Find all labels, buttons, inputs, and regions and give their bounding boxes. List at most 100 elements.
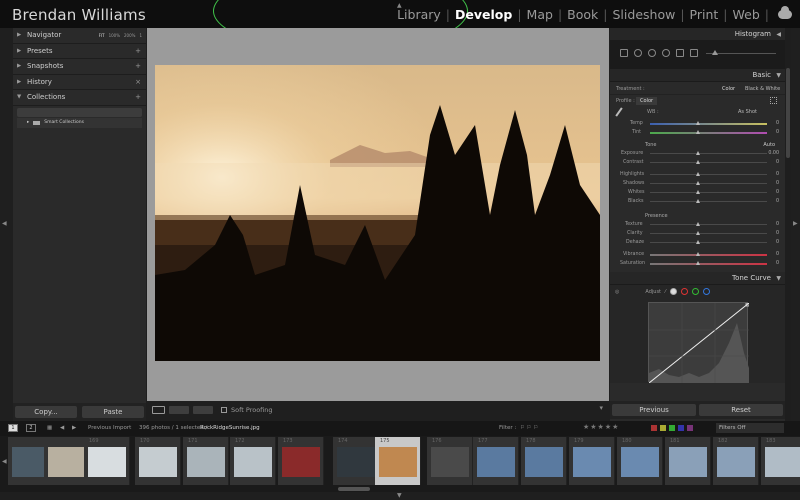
crop-tool-icon[interactable] bbox=[634, 49, 642, 57]
red-label-icon[interactable] bbox=[651, 425, 657, 431]
saturation-slider-track[interactable] bbox=[650, 263, 767, 265]
reset-button[interactable]: Reset bbox=[699, 404, 783, 416]
right-panel-scrollbar[interactable] bbox=[785, 28, 791, 421]
filmstrip-thumbnail[interactable]: 173 bbox=[278, 437, 324, 485]
module-library[interactable]: Library bbox=[393, 7, 445, 22]
tone-curve-graph[interactable] bbox=[648, 302, 750, 384]
blacks-slider-thumb[interactable] bbox=[696, 199, 700, 203]
temp-value[interactable]: 0 bbox=[776, 121, 779, 126]
dehaze-slider-track[interactable] bbox=[650, 242, 767, 243]
green-channel-icon[interactable] bbox=[691, 288, 699, 295]
vibrance-slider-thumb[interactable] bbox=[696, 252, 700, 256]
filmstrip-scrollthumb[interactable] bbox=[338, 487, 370, 491]
before-after-swap-icon[interactable] bbox=[193, 406, 213, 414]
module-develop[interactable]: Develop bbox=[451, 7, 516, 22]
blacks-slider-track[interactable] bbox=[650, 201, 767, 202]
secondary-window-1[interactable]: 1 bbox=[8, 424, 18, 432]
contrast-slider-track[interactable] bbox=[650, 162, 767, 163]
collections-header[interactable]: ▼ Collections + bbox=[13, 90, 146, 106]
exposure-value[interactable]: 0.00 bbox=[768, 151, 779, 156]
navigator-header[interactable]: ▶ Navigator FIT 100% 200% 1 bbox=[13, 28, 146, 44]
left-panel-toggle-icon[interactable]: ◀ bbox=[2, 220, 7, 227]
treatment-bw[interactable]: Black & White bbox=[745, 86, 780, 92]
history-header[interactable]: ▶ History × bbox=[13, 75, 146, 90]
main-photo[interactable] bbox=[155, 65, 600, 361]
contrast-slider-thumb[interactable] bbox=[696, 160, 700, 164]
whites-slider-thumb[interactable] bbox=[696, 190, 700, 194]
current-filename[interactable]: RockRidgeSunrise.jpg bbox=[200, 425, 260, 431]
highlights-value[interactable]: 0 bbox=[776, 172, 779, 177]
bottom-panel-toggle-icon[interactable]: ▼ bbox=[397, 492, 402, 499]
filmstrip-thumbnail[interactable]: 181 bbox=[665, 437, 711, 485]
highlights-slider-track[interactable] bbox=[650, 174, 767, 175]
tint-slider-thumb[interactable] bbox=[696, 130, 700, 134]
red-channel-icon[interactable] bbox=[680, 288, 688, 295]
module-print[interactable]: Print bbox=[686, 7, 723, 22]
tint-slider-track[interactable] bbox=[650, 132, 767, 134]
saturation-slider-thumb[interactable] bbox=[696, 261, 700, 265]
dehaze-value[interactable]: 0 bbox=[776, 240, 779, 245]
filmstrip-thumbnail[interactable]: 174 bbox=[333, 437, 379, 485]
module-web[interactable]: Web bbox=[729, 7, 764, 22]
whites-slider-track[interactable] bbox=[650, 192, 767, 193]
snapshots-header[interactable]: ▶ Snapshots + bbox=[13, 59, 146, 75]
vibrance-slider-track[interactable] bbox=[650, 254, 767, 256]
filmstrip-thumbnail[interactable]: 169 bbox=[84, 437, 130, 485]
temp-slider-track[interactable] bbox=[650, 123, 767, 125]
collection-filter-input[interactable] bbox=[17, 107, 142, 117]
exposure-slider-track[interactable] bbox=[650, 153, 767, 154]
presets-tool-icon[interactable] bbox=[690, 49, 698, 57]
filmstrip-thumbnail[interactable]: 175 bbox=[375, 437, 421, 485]
filmstrip-thumbnail[interactable]: 182 bbox=[713, 437, 759, 485]
filmstrip-thumbnail[interactable]: 171 bbox=[183, 437, 229, 485]
heal-tool-icon[interactable] bbox=[648, 49, 656, 57]
redeye-tool-icon[interactable] bbox=[676, 49, 684, 57]
zoom-200[interactable]: 200% bbox=[124, 28, 135, 43]
grid-view-icon[interactable]: ▦ bbox=[47, 425, 52, 431]
secondary-window-2[interactable]: 2 bbox=[26, 424, 36, 432]
texture-slider-thumb[interactable] bbox=[696, 222, 700, 226]
blue-label-icon[interactable] bbox=[678, 425, 684, 431]
clarity-slider-thumb[interactable] bbox=[696, 231, 700, 235]
tone-curve-header[interactable]: Tone Curve ▼ bbox=[610, 272, 785, 285]
module-map[interactable]: Map bbox=[523, 7, 557, 22]
blue-channel-icon[interactable] bbox=[702, 288, 710, 295]
green-label-icon[interactable] bbox=[669, 425, 675, 431]
vibrance-value[interactable]: 0 bbox=[776, 252, 779, 257]
target-adjust-icon[interactable]: ◎ bbox=[615, 289, 619, 295]
clarity-slider-track[interactable] bbox=[650, 233, 767, 234]
auto-tone-button[interactable]: Auto bbox=[763, 142, 775, 148]
presets-header[interactable]: ▶ Presets + bbox=[13, 44, 146, 59]
clear-history-icon[interactable]: × bbox=[135, 75, 141, 90]
source-label[interactable]: Previous Import bbox=[88, 425, 131, 431]
temp-slider-thumb[interactable] bbox=[696, 121, 700, 125]
histogram-header[interactable]: Histogram ◀ bbox=[610, 28, 785, 41]
copy-button[interactable]: Copy... bbox=[15, 406, 77, 418]
filmstrip-thumbnail[interactable]: 179 bbox=[569, 437, 615, 485]
profile-select[interactable]: Color bbox=[636, 97, 658, 105]
smart-collections-item[interactable]: ▸ Smart Collections bbox=[17, 117, 142, 128]
highlights-slider-thumb[interactable] bbox=[696, 172, 700, 176]
add-collection-icon[interactable]: + bbox=[135, 90, 141, 105]
module-slideshow[interactable]: Slideshow bbox=[609, 7, 680, 22]
paste-button[interactable]: Paste bbox=[82, 406, 144, 418]
edit-tool-icon[interactable] bbox=[620, 49, 628, 57]
zoom-fit[interactable]: FIT bbox=[99, 28, 105, 43]
histogram-slider[interactable] bbox=[706, 50, 776, 55]
wb-select[interactable]: As Shot bbox=[738, 109, 757, 115]
filmstrip-thumbnail[interactable]: 183 bbox=[761, 437, 800, 485]
previous-button[interactable]: Previous bbox=[612, 404, 696, 416]
star-rating-filter[interactable]: ★★★★★ bbox=[583, 423, 619, 431]
mask-tool-icon[interactable] bbox=[662, 49, 670, 57]
filmstrip-thumbnail[interactable]: 170 bbox=[135, 437, 181, 485]
point-curve-white-icon[interactable] bbox=[669, 288, 677, 295]
loupe-view-icon[interactable] bbox=[152, 406, 165, 414]
module-book[interactable]: Book bbox=[563, 7, 602, 22]
saturation-value[interactable]: 0 bbox=[776, 261, 779, 266]
filters-preset-select[interactable]: Filters Off bbox=[716, 423, 784, 433]
texture-value[interactable]: 0 bbox=[776, 222, 779, 227]
filmstrip-left-arrow-icon[interactable]: ◀ bbox=[2, 458, 7, 465]
filmstrip-thumbnail[interactable]: 178 bbox=[521, 437, 567, 485]
forward-arrow-icon[interactable]: ▶ bbox=[72, 425, 76, 431]
right-panel-scrollthumb[interactable] bbox=[786, 68, 790, 158]
